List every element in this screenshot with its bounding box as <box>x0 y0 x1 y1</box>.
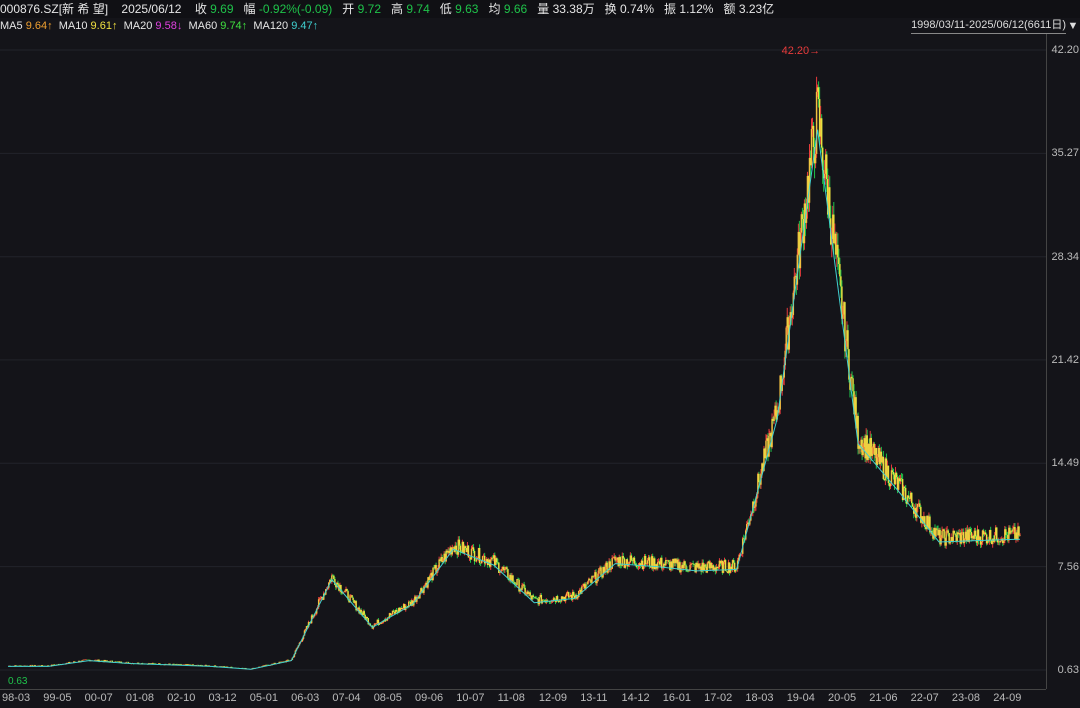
ma10-label: MA10 <box>58 20 88 32</box>
stock-code: 000876.SZ <box>0 2 59 16</box>
x-tick-label: 12-09 <box>538 692 568 704</box>
x-tick-label: 03-12 <box>208 692 237 704</box>
high-value: 9.74 <box>406 2 430 16</box>
ma60-value: 9.74↑ <box>220 20 248 32</box>
x-tick-label: 99-05 <box>43 692 72 704</box>
low-value: 9.63 <box>455 2 479 16</box>
close-value: 9.69 <box>210 2 234 16</box>
date-range[interactable]: 1998/03/11-2025/06/12(6611日) <box>911 18 1066 34</box>
x-tick-label: 09-06 <box>415 692 444 704</box>
x-tick-label: 00-07 <box>84 692 113 704</box>
quote-date: 2025/06/12 <box>121 2 182 16</box>
volume-label: 量 <box>537 2 550 16</box>
y-tick-label: 35.27 <box>1051 147 1079 160</box>
ma20-label: MA20 <box>123 20 153 32</box>
low-marker: 0.63 <box>8 676 28 687</box>
ma10-value: 9.61↑ <box>90 20 118 32</box>
x-tick-label: 11-08 <box>497 692 525 704</box>
x-tick-label: 16-01 <box>662 692 691 704</box>
x-tick-label: 02-10 <box>167 692 196 704</box>
y-tick-label: 28.34 <box>1051 250 1079 263</box>
x-tick-label: 24-09 <box>993 692 1022 704</box>
x-tick-label: 05-01 <box>249 692 278 704</box>
high-label: 高 <box>391 2 404 16</box>
volume-value: 33.38万 <box>552 2 595 16</box>
ma5-label: MA5 <box>0 20 23 32</box>
x-tick-label: 13-11 <box>580 692 608 704</box>
turnover-value: 0.74% <box>620 2 655 16</box>
close-label: 收 <box>194 2 207 16</box>
x-tick-label: 18-03 <box>745 692 774 704</box>
amplitude-value: 1.12% <box>679 2 714 16</box>
x-tick-label: 98-03 <box>2 692 31 704</box>
y-tick-label: 7.56 <box>1057 560 1079 573</box>
x-tick-label: 06-03 <box>291 692 320 704</box>
x-tick-label: 20-05 <box>828 692 857 704</box>
x-tick-label: 21-06 <box>869 692 898 704</box>
ma5-value: 9.64↑ <box>25 20 53 32</box>
amount-label: 额 <box>723 2 736 16</box>
x-tick-label: 23-08 <box>951 692 981 704</box>
x-tick-label: 14-12 <box>621 692 650 704</box>
avg-value: 9.66 <box>503 2 528 16</box>
amount-value: 3.23亿 <box>738 2 775 16</box>
ma20-value: 9.58↓ <box>155 20 183 32</box>
change-label: 幅 <box>243 2 256 16</box>
x-tick-label: 07-04 <box>332 692 361 704</box>
price-chart[interactable]: 42.20→ 0.63 <box>0 34 1046 689</box>
y-tick-label: 21.42 <box>1051 353 1079 366</box>
stock-name: [新 希 望] <box>58 2 109 16</box>
y-tick-label: 14.49 <box>1051 457 1079 470</box>
quote-header: 000876.SZ[新 希 望] 2025/06/12 收 9.69 幅 -0.… <box>0 0 1080 18</box>
x-tick-label: 19-04 <box>786 692 815 704</box>
change-value: -0.92%(-0.09) <box>258 2 333 16</box>
x-tick-label: 10-07 <box>456 692 485 704</box>
high-marker: 42.20→ <box>782 45 821 57</box>
x-tick-label: 08-05 <box>373 692 402 704</box>
open-value: 9.72 <box>357 2 382 16</box>
range-dropdown-icon[interactable]: ▼ <box>1066 18 1080 34</box>
y-tick-label: 42.20 <box>1051 44 1079 56</box>
ma120-line <box>8 129 1021 670</box>
x-axis: 98-03 99-05 00-07 01-08 02-10 03-12 05-01 06-03… <box>0 689 1046 708</box>
ma120-label: MA120 <box>253 20 289 32</box>
x-tick-label: 22-07 <box>910 692 939 704</box>
ma60-label: MA60 <box>188 20 218 32</box>
avg-label: 均 <box>488 2 501 16</box>
open-label: 开 <box>342 2 355 16</box>
turnover-label: 换 <box>604 2 617 16</box>
x-tick-label: 17-02 <box>704 692 733 704</box>
amplitude-label: 振 <box>664 2 677 16</box>
x-tick-label: 01-08 <box>125 692 155 704</box>
ma120-value: 9.47↑ <box>291 20 319 32</box>
y-tick-label: 0.63 <box>1057 664 1079 676</box>
low-label: 低 <box>439 2 452 16</box>
y-axis: 42.20 35.27 28.34 21.42 14.49 7.56 0.63 <box>1046 34 1080 689</box>
